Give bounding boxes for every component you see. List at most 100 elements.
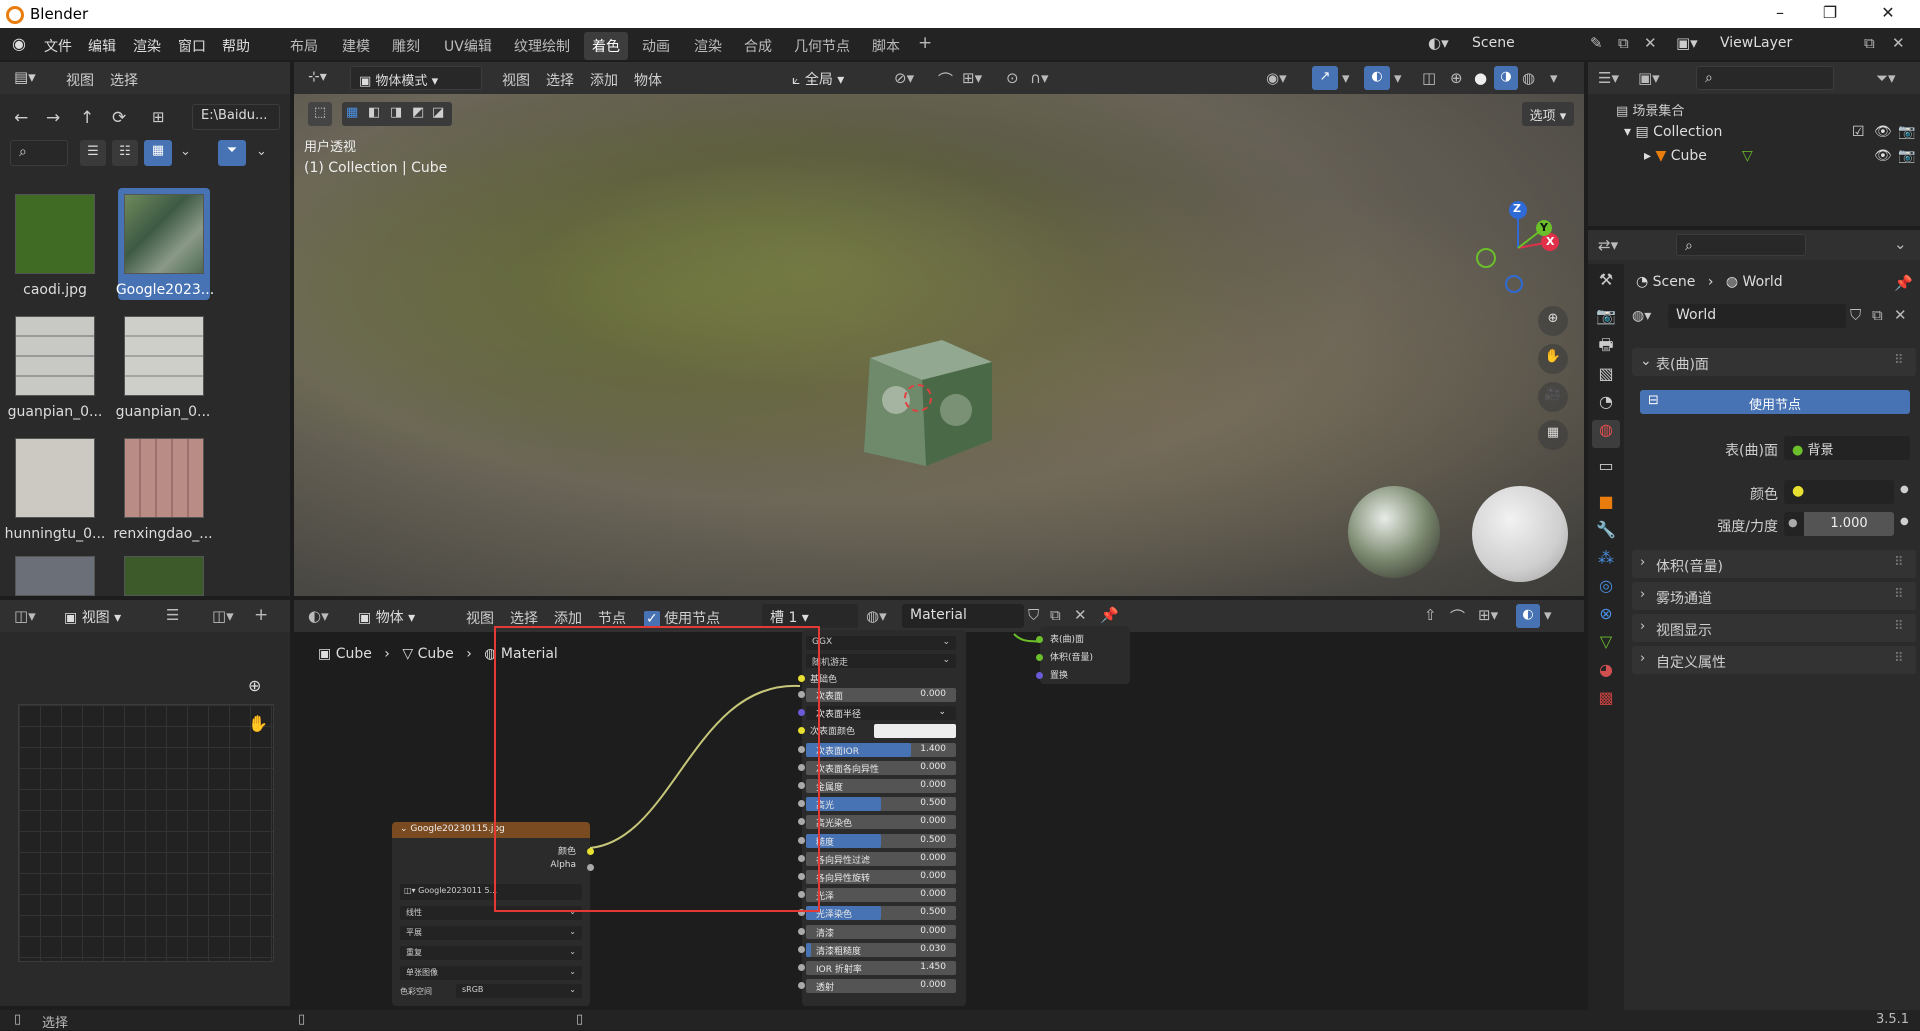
visibility-eye-icon[interactable]: 👁 bbox=[1874, 124, 1892, 140]
render-camera-icon[interactable]: 📷 bbox=[1898, 124, 1915, 140]
material-tab-icon[interactable]: ◕ bbox=[1592, 660, 1620, 688]
scene-name-field[interactable]: Scene bbox=[1464, 32, 1606, 56]
bsdf-input-slider[interactable]: 次表面各向异性 0.000 bbox=[806, 760, 956, 775]
pan-hand-icon[interactable]: ✋ bbox=[1538, 344, 1568, 374]
tab-scripting[interactable]: 脚本 bbox=[872, 36, 900, 56]
select-invert-icon[interactable]: ◩ bbox=[412, 105, 424, 120]
color-input-field[interactable]: ● bbox=[1784, 480, 1894, 504]
scene-selector-icon[interactable]: ◐▾ bbox=[1428, 34, 1449, 52]
exclude-checkbox[interactable]: ☑ bbox=[1852, 124, 1865, 140]
solid-shading-icon[interactable]: ● bbox=[1474, 69, 1487, 87]
file-item-partial[interactable] bbox=[124, 556, 204, 596]
menu-view[interactable]: 视图 bbox=[502, 70, 530, 90]
tab-layout[interactable]: 布局 bbox=[290, 36, 318, 56]
menu-select[interactable]: 选择 bbox=[110, 70, 138, 90]
editor-type-icon[interactable]: ◫▾ bbox=[14, 607, 36, 625]
zoom-icon[interactable]: ⊕ bbox=[1538, 306, 1568, 336]
tab-modeling[interactable]: 建模 bbox=[342, 36, 370, 56]
menu-select[interactable]: 选择 bbox=[546, 70, 574, 90]
delete-viewlayer-icon[interactable]: ✕ bbox=[1892, 34, 1905, 52]
distribution-dropdown[interactable]: GGX ⌄ bbox=[806, 636, 956, 650]
drag-handle-icon[interactable]: ⠿ bbox=[1894, 555, 1904, 570]
subsurface-method-dropdown[interactable]: 随机游走 ⌄ bbox=[806, 654, 956, 668]
render-tab-icon[interactable]: 📷 bbox=[1592, 306, 1620, 334]
interaction-mode-dropdown[interactable]: ▣ 物体模式 ▾ bbox=[350, 66, 482, 90]
extension-dropdown[interactable]: 重复 ⌄ bbox=[400, 946, 582, 960]
world-tab-icon[interactable]: ◍ bbox=[1592, 420, 1620, 448]
delete-scene-icon[interactable]: ✕ bbox=[1644, 34, 1657, 52]
gizmo-dropdown-icon[interactable]: ▾ bbox=[1342, 69, 1350, 87]
colorspace-dropdown[interactable]: sRGB ⌄ bbox=[456, 984, 582, 998]
material-preview-shading-icon[interactable]: ◑ bbox=[1494, 66, 1518, 90]
outliner-search-input[interactable]: ⌕ bbox=[1696, 66, 1834, 90]
editor-type-icon[interactable]: ▤▾ bbox=[14, 68, 36, 86]
file-item-partial[interactable] bbox=[15, 556, 95, 596]
xray-toggle-icon[interactable]: ◫ bbox=[1422, 69, 1436, 87]
menu-add[interactable]: 添加 bbox=[590, 70, 618, 90]
menu-window[interactable]: 窗口 bbox=[178, 36, 206, 56]
tab-animation[interactable]: 动画 bbox=[642, 36, 670, 56]
constraints-tab-icon[interactable]: ⊗ bbox=[1592, 604, 1620, 632]
new-world-icon[interactable]: ⧉ bbox=[1872, 306, 1883, 324]
use-nodes-button[interactable]: ⊟ 使用节点 bbox=[1640, 390, 1910, 414]
bsdf-input-socket[interactable] bbox=[798, 945, 805, 953]
keyframe-dot-icon[interactable]: ● bbox=[1900, 516, 1909, 527]
volume-input-socket[interactable] bbox=[1036, 654, 1043, 661]
tab-compositing[interactable]: 合成 bbox=[744, 36, 772, 56]
keyframe-dot-icon[interactable]: ● bbox=[1900, 484, 1909, 495]
perspective-toggle-icon[interactable]: ▦ bbox=[1538, 420, 1568, 450]
displacement-input-socket[interactable] bbox=[1036, 672, 1043, 679]
volume-panel-header[interactable]: › 体积(音量) ⠿ bbox=[1632, 550, 1916, 578]
bsdf-input-socket[interactable] bbox=[798, 982, 805, 990]
display-list-horizontal-icon[interactable]: ☷ bbox=[112, 140, 138, 166]
new-image-icon[interactable]: + bbox=[254, 605, 268, 625]
shader-node-editor[interactable]: ◐▾ ▣ 物体 ▾ 视图 选择 添加 节点 ✓ 使用节点 槽 1 ▾ ◍▾ Ma… bbox=[294, 600, 1584, 1006]
maximize-button[interactable]: ❐ bbox=[1810, 3, 1850, 22]
filter-dropdown-icon[interactable]: ⌄ bbox=[256, 144, 267, 159]
fake-user-shield-icon[interactable]: ⛉ bbox=[1850, 306, 1861, 324]
world-browse-icon[interactable]: ◍▾ bbox=[1632, 308, 1651, 324]
drag-handle-icon[interactable]: ⠿ bbox=[1894, 353, 1904, 368]
tab-texture-paint[interactable]: 纹理绘制 bbox=[514, 36, 570, 56]
pan-hand-icon[interactable]: ✋ bbox=[248, 714, 268, 733]
expand-arrow-icon[interactable]: ▸ bbox=[1644, 148, 1655, 164]
bsdf-input-slider[interactable]: 透射 0.000 bbox=[806, 979, 956, 994]
cube-object[interactable] bbox=[856, 340, 992, 488]
source-dropdown[interactable]: 单张图像 ⌄ bbox=[400, 966, 582, 980]
strength-value-field[interactable]: 1.000 bbox=[1804, 512, 1894, 536]
collection-row[interactable]: ▾ ▤ Collection ☑ 👁 📷 bbox=[1624, 124, 1920, 146]
select-intersect-icon[interactable]: ◪ bbox=[432, 105, 444, 120]
shading-options-dropdown-icon[interactable]: ▾ bbox=[1550, 69, 1558, 87]
physics-tab-icon[interactable]: ◎ bbox=[1592, 576, 1620, 604]
bsdf-input-slider[interactable]: 金属度 0.000 bbox=[806, 779, 956, 793]
bsdf-input-slider[interactable]: IOR 折射率 1.450 bbox=[806, 961, 956, 975]
tab-uv-editing[interactable]: UV编辑 bbox=[444, 36, 492, 56]
menu-render[interactable]: 渲染 bbox=[133, 36, 161, 56]
camera-view-icon[interactable]: 🎥 bbox=[1538, 382, 1568, 412]
gizmo-toggle-icon[interactable]: ↗ bbox=[1312, 66, 1338, 90]
file-search-input[interactable]: ⌕ bbox=[10, 140, 68, 166]
transform-orientation-dropdown[interactable]: ⟀ 全局 ▾ bbox=[784, 66, 876, 90]
subsurface-color-swatch[interactable] bbox=[874, 724, 956, 739]
surface-panel-header[interactable]: ⌄ 表(曲)面 ⠿ bbox=[1632, 348, 1916, 376]
bsdf-input-slider[interactable]: 次表面 0.000 bbox=[806, 688, 956, 702]
pivot-point-icon[interactable]: ⊘▾ bbox=[894, 69, 914, 87]
scene-tab-icon[interactable]: ◔ bbox=[1592, 392, 1620, 420]
display-list-vertical-icon[interactable]: ☰ bbox=[80, 140, 106, 166]
display-settings-dropdown-icon[interactable]: ⌄ bbox=[180, 144, 191, 159]
principled-bsdf-node[interactable]: GGX ⌄ 随机游走 ⌄ 基础色 次表面 0.000 次表面半径 ⌄ 次表面颜色 次表面IOR… bbox=[798, 630, 966, 1006]
projection-dropdown[interactable]: 平展 ⌄ bbox=[400, 926, 582, 940]
bsdf-input-socket[interactable] bbox=[798, 964, 805, 971]
unlink-world-icon[interactable]: ✕ bbox=[1894, 306, 1907, 324]
tab-sculpt[interactable]: 雕刻 bbox=[392, 36, 420, 56]
bsdf-input-slider[interactable]: 各向异性旋转 0.000 bbox=[806, 870, 956, 884]
file-item-caodi[interactable]: caodi.jpg bbox=[0, 188, 112, 300]
menu-help[interactable]: 帮助 bbox=[222, 36, 250, 56]
tab-geometry-nodes[interactable]: 几何节点 bbox=[794, 36, 850, 56]
drag-handle-icon[interactable]: ⠿ bbox=[1894, 651, 1904, 666]
view-mode-dropdown[interactable]: ▣ 视图 ▾ bbox=[56, 604, 156, 628]
modifier-tab-icon[interactable]: 🔧 bbox=[1592, 520, 1620, 548]
tab-rendering[interactable]: 渲染 bbox=[694, 36, 722, 56]
file-item-google-selected[interactable]: Google2023... bbox=[116, 188, 214, 300]
parent-directory-icon[interactable]: ↑ bbox=[80, 108, 94, 128]
